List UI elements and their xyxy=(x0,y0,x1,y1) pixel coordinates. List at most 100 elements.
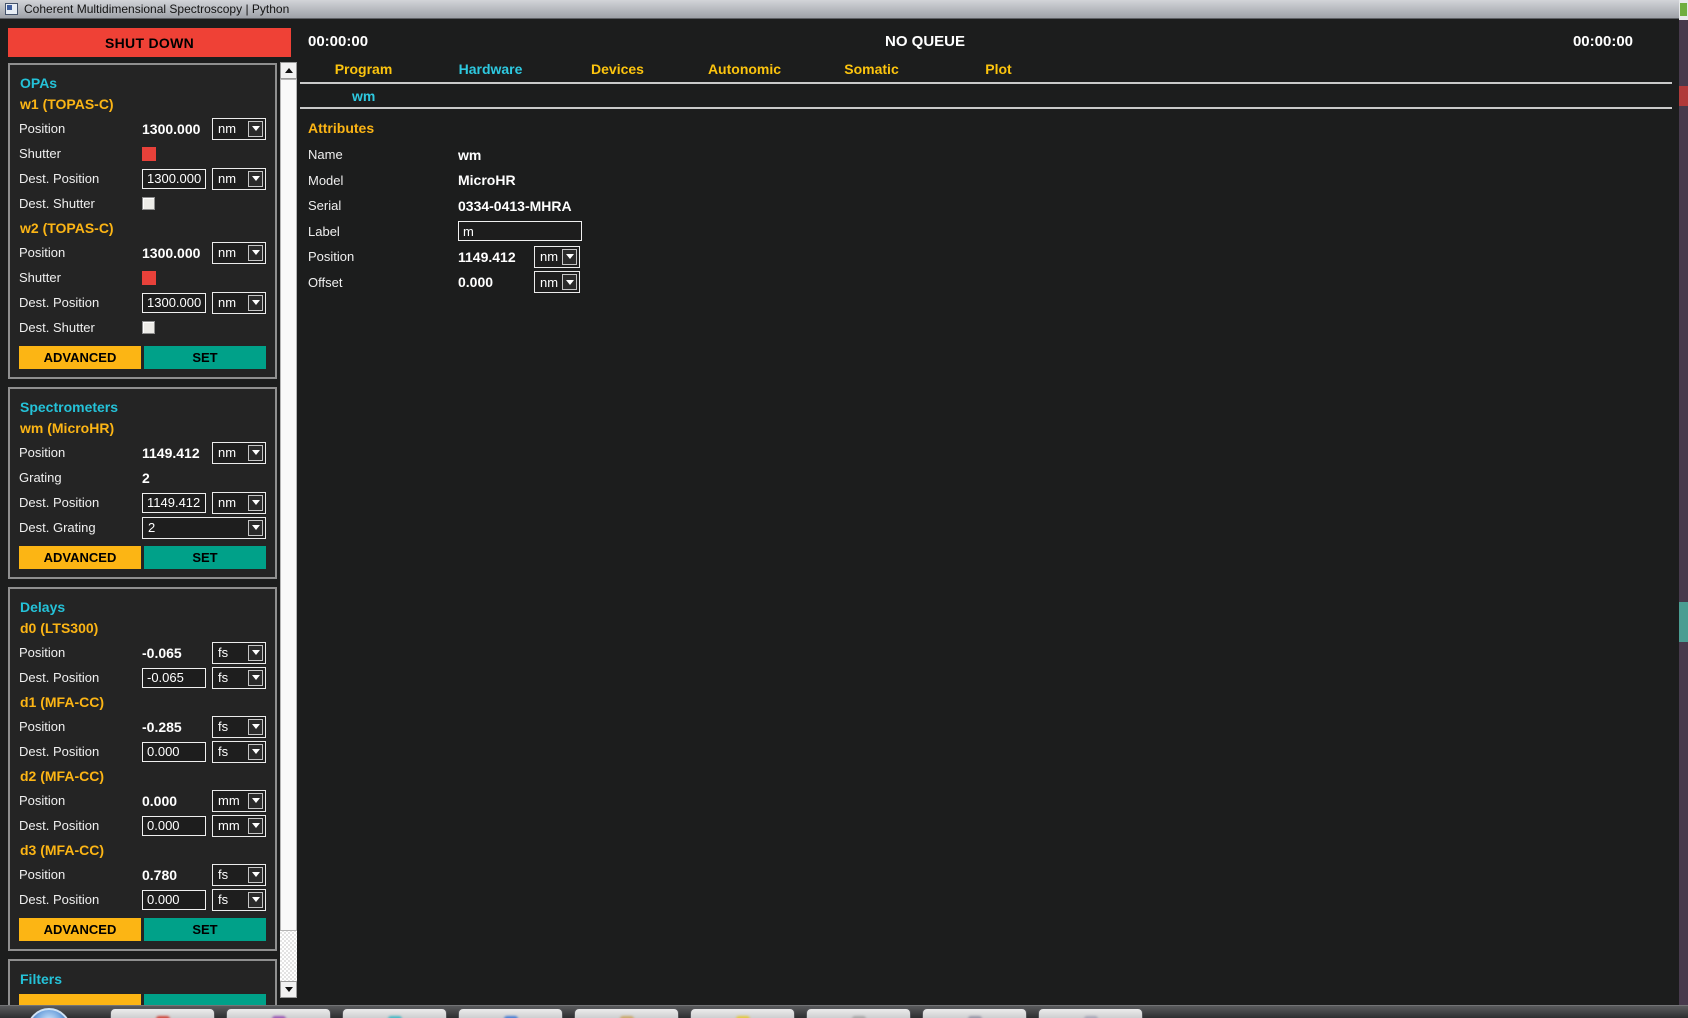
field-value: MicroHR xyxy=(458,172,580,188)
scroll-up-button[interactable] xyxy=(280,62,297,79)
unit-dropdown[interactable]: fs xyxy=(212,864,266,886)
dest-position-input[interactable] xyxy=(142,816,206,836)
field-value: 0334-0413-MHRA xyxy=(458,198,580,214)
shut-down-button[interactable]: SHUT DOWN xyxy=(8,28,291,57)
attributes-title: Attributes xyxy=(308,116,738,142)
unit-dropdown[interactable]: fs xyxy=(212,642,266,664)
advanced-button[interactable]: ADVANCED xyxy=(19,546,141,569)
dest-position-input[interactable] xyxy=(142,493,206,513)
taskbar-button[interactable] xyxy=(110,1008,215,1018)
unit-dropdown[interactable]: mm xyxy=(212,815,266,837)
dest-position-input[interactable] xyxy=(142,742,206,762)
chevron-down-icon xyxy=(252,500,260,505)
sidebar-scrollbar[interactable] xyxy=(280,62,297,998)
dest-shutter-checkbox[interactable] xyxy=(142,197,155,210)
unit-dropdown[interactable]: fs xyxy=(212,889,266,911)
taskbar-button[interactable] xyxy=(922,1008,1027,1018)
field-row-model: ModelMicroHR xyxy=(308,168,738,194)
dest-position-input[interactable] xyxy=(142,169,206,189)
unit-dropdown[interactable]: nm xyxy=(534,246,580,268)
field-row-dest-shutter: Dest. Shutter xyxy=(10,315,275,340)
field-controls: MicroHR xyxy=(458,172,580,188)
subtab-wm[interactable]: wm xyxy=(352,88,375,104)
unit-dropdown[interactable]: nm xyxy=(212,118,266,140)
set-button[interactable]: SET xyxy=(144,546,266,569)
scroll-down-button[interactable] xyxy=(280,981,297,998)
unit-value: nm xyxy=(218,445,236,460)
unit-dropdown[interactable]: nm xyxy=(212,292,266,314)
dropdown-arrow-button[interactable] xyxy=(248,892,263,908)
advanced-button[interactable]: ADVANCED xyxy=(19,918,141,941)
unit-value: nm xyxy=(540,275,558,290)
field-value: -0.065 xyxy=(142,645,212,661)
shutter-indicator xyxy=(142,271,156,285)
unit-dropdown[interactable]: fs xyxy=(212,667,266,689)
dropdown-arrow-button[interactable] xyxy=(248,719,263,735)
unit-dropdown[interactable]: nm xyxy=(212,242,266,264)
label-input[interactable] xyxy=(458,221,582,241)
dropdown-arrow-button[interactable] xyxy=(248,867,263,883)
field-row-position: Position1300.000nm xyxy=(10,116,275,141)
section-spectrometers: Spectrometerswm (MicroHR)Position1149.41… xyxy=(8,387,277,579)
taskbar-button[interactable] xyxy=(806,1008,911,1018)
field-row-dest-position: Dest. Positionnm xyxy=(10,490,275,515)
taskbar-button[interactable] xyxy=(1038,1008,1143,1018)
tab-program[interactable]: Program xyxy=(300,61,427,77)
dropdown-arrow-button[interactable] xyxy=(248,818,263,834)
field-label: Position xyxy=(19,245,142,260)
field-controls: mm xyxy=(142,815,266,837)
unit-dropdown[interactable]: nm xyxy=(534,271,580,293)
tab-autonomic[interactable]: Autonomic xyxy=(681,61,808,77)
unit-dropdown[interactable]: fs xyxy=(212,716,266,738)
taskbar-button[interactable] xyxy=(226,1008,331,1018)
set-button[interactable]: SET xyxy=(144,346,266,369)
dropdown-arrow-button[interactable] xyxy=(562,274,577,290)
tab-plot[interactable]: Plot xyxy=(935,61,1062,77)
tab-hardware[interactable]: Hardware xyxy=(427,61,554,77)
unit-value: 2 xyxy=(148,520,155,535)
dropdown-arrow-button[interactable] xyxy=(248,295,263,311)
dropdown-arrow-button[interactable] xyxy=(248,670,263,686)
unit-dropdown[interactable]: mm xyxy=(212,790,266,812)
unit-value: fs xyxy=(218,892,228,907)
taskbar-button[interactable] xyxy=(342,1008,447,1018)
taskbar-button[interactable] xyxy=(574,1008,679,1018)
dropdown-arrow-button[interactable] xyxy=(248,645,263,661)
dropdown-arrow-button[interactable] xyxy=(248,171,263,187)
field-label: Label xyxy=(308,224,458,239)
dropdown-arrow-button[interactable] xyxy=(248,245,263,261)
dest-shutter-checkbox[interactable] xyxy=(142,321,155,334)
dropdown-arrow-button[interactable] xyxy=(248,793,263,809)
dest-grating-dropdown[interactable]: 2 xyxy=(142,517,266,539)
dest-position-input[interactable] xyxy=(142,890,206,910)
dest-position-input[interactable] xyxy=(142,293,206,313)
tab-devices[interactable]: Devices xyxy=(554,61,681,77)
taskbar-button[interactable] xyxy=(458,1008,563,1018)
chevron-down-icon xyxy=(252,749,260,754)
dropdown-arrow-button[interactable] xyxy=(248,445,263,461)
field-row-label: Label xyxy=(308,219,738,245)
tab-somatic[interactable]: Somatic xyxy=(808,61,935,77)
dest-position-input[interactable] xyxy=(142,668,206,688)
dropdown-arrow-button[interactable] xyxy=(248,121,263,137)
device-title: w2 (TOPAS-C) xyxy=(10,216,275,240)
dropdown-arrow-button[interactable] xyxy=(248,744,263,760)
unit-dropdown[interactable]: nm xyxy=(212,492,266,514)
chevron-down-icon xyxy=(252,300,260,305)
field-row-dest-position: Dest. Positionnm xyxy=(10,290,275,315)
dropdown-arrow-button[interactable] xyxy=(562,249,577,265)
start-button[interactable] xyxy=(27,1008,71,1018)
advanced-button[interactable]: ADVANCED xyxy=(19,346,141,369)
scrollbar-thumb[interactable] xyxy=(280,79,297,931)
unit-dropdown[interactable]: nm xyxy=(212,168,266,190)
taskbar-button[interactable] xyxy=(690,1008,795,1018)
dropdown-arrow-button[interactable] xyxy=(248,495,263,511)
background-window-red xyxy=(1679,86,1688,106)
unit-dropdown[interactable]: nm xyxy=(212,442,266,464)
chevron-down-icon xyxy=(252,675,260,680)
set-button[interactable]: SET xyxy=(144,918,266,941)
arrow-down-icon xyxy=(285,987,293,992)
dropdown-arrow-button[interactable] xyxy=(248,520,263,536)
unit-dropdown[interactable]: fs xyxy=(212,741,266,763)
field-label: Shutter xyxy=(19,270,142,285)
